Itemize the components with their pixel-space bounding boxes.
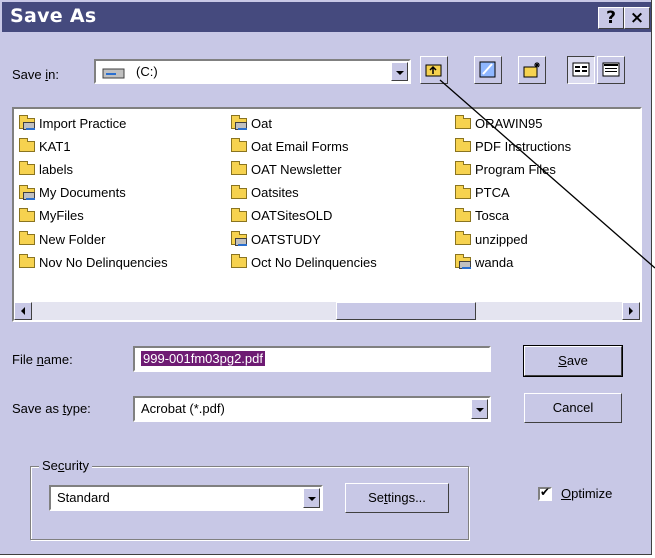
annotation-line [439,79,655,269]
